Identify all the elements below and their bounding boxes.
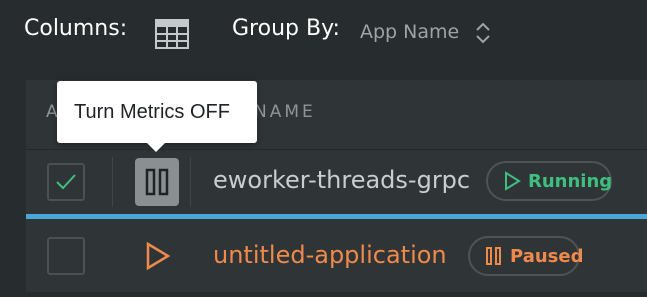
metrics-toggle-button[interactable] <box>135 158 179 206</box>
table-icon[interactable] <box>155 19 189 49</box>
tooltip-arrow <box>147 143 165 152</box>
table-row[interactable]: eworker-threads-grpc Running <box>26 150 647 214</box>
column-header-name[interactable]: NAME <box>254 102 316 122</box>
table-row[interactable]: untitled-application Paused <box>26 220 647 292</box>
cell-divider <box>190 157 191 207</box>
play-icon <box>146 241 171 271</box>
status-label: Running <box>528 171 613 192</box>
pause-outline-icon <box>486 247 501 265</box>
pause-icon <box>145 168 169 196</box>
start-button[interactable] <box>135 232 179 280</box>
columns-label: Columns: <box>24 16 128 41</box>
group-by-value: App Name <box>360 21 460 43</box>
chevron-up-down-icon <box>474 20 492 46</box>
app-name-link[interactable]: eworker-threads-grpc <box>213 166 470 194</box>
status-badge: Running <box>486 161 612 201</box>
tooltip: Turn Metrics OFF <box>57 81 257 152</box>
row-checkbox[interactable] <box>47 163 85 201</box>
tooltip-text: Turn Metrics OFF <box>74 101 230 123</box>
status-badge: Paused <box>468 236 584 276</box>
group-by-label: Group By: <box>232 16 340 41</box>
app-name-link[interactable]: untitled-application <box>213 241 447 269</box>
selection-indicator <box>26 214 647 219</box>
cell-divider <box>112 157 113 207</box>
checkmark-icon <box>56 174 76 190</box>
status-label: Paused <box>510 246 584 267</box>
row-checkbox[interactable] <box>47 237 85 275</box>
play-outline-icon <box>505 171 521 191</box>
toolbar: Columns: Group By: App Name <box>0 0 647 78</box>
group-by-select[interactable]: App Name <box>360 18 500 48</box>
